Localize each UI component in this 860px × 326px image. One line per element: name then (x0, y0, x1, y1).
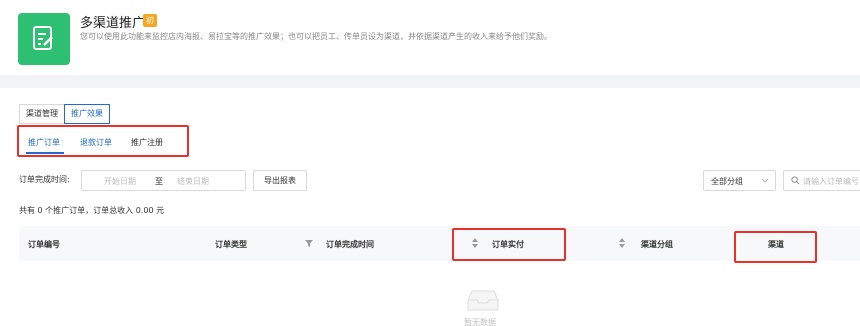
group-select-value: 全部分组 (711, 177, 743, 186)
end-date-input[interactable]: 结束日期 (177, 176, 209, 187)
active-tab-indicator (26, 152, 64, 154)
date-separator: 至 (155, 177, 163, 186)
tab-promotion-effect[interactable]: 推广效果 (64, 104, 110, 124)
search-icon (791, 176, 800, 185)
column-order-number: 订单编号 (28, 240, 60, 249)
page-description: 您可以使用此功能来监控店内海报、易拉宝等的推广效果；也可以把员工、传单员设为渠道… (80, 32, 552, 41)
sort-icon[interactable] (619, 238, 625, 248)
date-range-picker[interactable]: 开始日期 至 结束日期 (81, 170, 246, 191)
column-order-type: 订单类型 (215, 240, 247, 249)
filter-icon[interactable] (305, 239, 313, 247)
empty-state-text: 暂无数据 (464, 318, 496, 326)
sub-tab-promotion-registrations[interactable]: 推广注册 (131, 137, 163, 148)
header-card: 多渠道推广 初 您可以使用此功能来监控店内海报、易拉宝等的推广效果；也可以把员工… (0, 0, 860, 75)
order-search-input[interactable]: 请输入订单编号 (783, 170, 860, 191)
export-report-button[interactable]: 导出报表 (253, 170, 307, 191)
highlight-channel (734, 231, 817, 263)
empty-inbox-icon (467, 290, 499, 311)
search-placeholder: 请输入订单编号 (803, 177, 859, 186)
sub-tabs: 推广订单 退款订单 推广注册 (17, 125, 189, 157)
column-channel-group: 渠道分组 (641, 240, 673, 249)
main-panel: 渠道管理 推广效果 推广订单 退款订单 推广注册 订单完成时间: 开始日期 至 … (0, 88, 860, 326)
start-date-input[interactable]: 开始日期 (104, 176, 136, 187)
column-completion-time: 订单完成时间 (326, 240, 374, 249)
tab-channel-management[interactable]: 渠道管理 (19, 104, 65, 124)
summary-text: 共有 0 个推广订单，订单总收入 0.00 元 (19, 206, 165, 215)
main-tabs: 渠道管理 推广效果 (19, 104, 110, 124)
group-select[interactable]: 全部分组 (703, 170, 776, 191)
page-title: 多渠道推广 (80, 16, 146, 31)
document-edit-icon (33, 26, 53, 50)
version-badge: 初 (143, 14, 157, 27)
sub-tab-refund-orders[interactable]: 退款订单 (80, 137, 112, 148)
app-icon (18, 13, 70, 65)
highlight-order-paid (452, 228, 566, 261)
sub-tab-promotion-orders[interactable]: 推广订单 (28, 137, 60, 148)
chevron-down-icon (761, 178, 769, 183)
date-filter-label: 订单完成时间: (19, 175, 70, 184)
